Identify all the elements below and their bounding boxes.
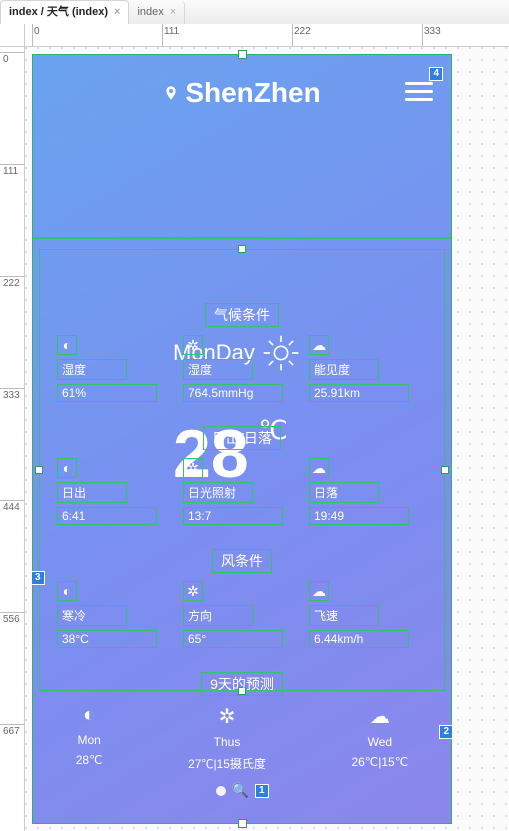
metric-value: 13:7 [183, 507, 283, 525]
location-pin-icon [163, 82, 179, 104]
page-dot[interactable] [216, 786, 226, 796]
cloud-icon: ☁ [309, 581, 329, 601]
section-title: 气候条件 [205, 303, 279, 327]
metric-col: ☁ 能见度 25.91km [309, 335, 427, 402]
marker-badge: 3 [31, 571, 45, 585]
close-icon[interactable]: × [170, 1, 176, 24]
metric-label: 日光照射 [183, 482, 253, 503]
wind-section: 风条件 ◐ 寒冷 38°C ✲ 方向 65° ☁ 飞速 6.44km/h [33, 549, 451, 648]
vertical-ruler[interactable]: 0 111 222 333 444 556 667 [0, 46, 25, 831]
sun-section: 日出/日落 ◐ 日出 6:41 ✲ 日光照射 13:7 ☁ 日落 19:49 [33, 426, 451, 525]
metric-col: ◐ 湿度 61% [57, 335, 175, 402]
metric-value: 6.44km/h [309, 630, 409, 648]
metric-label: 能见度 [309, 359, 379, 380]
metric-label: 日落 [309, 482, 379, 503]
guide-line [33, 237, 451, 239]
half-moon-icon: ◐ [57, 335, 77, 355]
section-title: 日出/日落 [203, 426, 281, 450]
snowflake-icon: ✲ [183, 335, 203, 355]
marker-badge: 2 [439, 725, 453, 739]
half-moon-icon: ◐ [57, 581, 77, 601]
metric-value: 25.91km [309, 384, 409, 402]
pager[interactable]: 🔍 1 [33, 782, 451, 799]
metric-label: 寒冷 [57, 605, 127, 626]
tab-bar: index / 天气 (index) × index × [0, 0, 509, 25]
metric-label: 飞速 [309, 605, 379, 626]
ruler-corner [0, 24, 25, 47]
metric-col: ✲ 湿度 764.5mmHg [183, 335, 301, 402]
forecast-temp: 28℃ [76, 753, 103, 767]
metric-label: 日出 [57, 482, 127, 503]
snowflake-icon: ✲ [219, 704, 236, 729]
metric-value: 61% [57, 384, 157, 402]
section-title: 9天的预测 [201, 672, 283, 696]
metric-value: 19:49 [309, 507, 409, 525]
cloud-icon: ☁ [309, 458, 329, 478]
location-title: ShenZhen [163, 77, 320, 109]
resize-handle[interactable] [238, 819, 247, 828]
section-title: 风条件 [212, 549, 272, 573]
menu-icon[interactable]: 4 [405, 77, 433, 106]
forecast-label: Mon [77, 733, 100, 747]
close-icon[interactable]: × [114, 1, 120, 24]
metric-label: 方向 [183, 605, 253, 626]
metric-label: 湿度 [183, 359, 253, 380]
forecast-temp: 27℃|15摄氏度 [188, 755, 266, 772]
forecast-label: Wed [368, 735, 392, 749]
half-moon-icon: ◐ [83, 704, 95, 727]
resize-handle[interactable] [238, 245, 246, 253]
city-name: ShenZhen [185, 77, 320, 109]
phone-frame[interactable]: ShenZhen 4 MonDay 28℃ [32, 54, 452, 824]
tab-inactive[interactable]: index × [129, 1, 185, 24]
tab-active[interactable]: index / 天气 (index) × [0, 0, 129, 25]
design-canvas[interactable]: ShenZhen 4 MonDay 28℃ [24, 46, 509, 831]
half-moon-icon: ◐ [57, 458, 77, 478]
metric-label: 湿度 [57, 359, 127, 380]
snowflake-icon: ✲ [183, 458, 203, 478]
horizontal-ruler[interactable]: 0 111 222 333 [24, 24, 509, 47]
forecast-day[interactable]: ☁ Wed 26℃|15℃ [351, 704, 408, 772]
forecast-temp: 26℃|15℃ [351, 755, 408, 769]
metric-value: 38°C [57, 630, 157, 648]
search-icon[interactable]: 🔍 [232, 782, 249, 799]
forecast-label: Thus [214, 735, 241, 749]
snowflake-icon: ✲ [183, 581, 203, 601]
weather-header: ShenZhen 4 [33, 55, 451, 109]
badge: 4 [429, 67, 443, 81]
cloud-icon: ☁ [370, 704, 390, 729]
tab-label: index [137, 1, 163, 24]
tab-label: index / 天气 (index) [9, 1, 108, 24]
cloud-icon: ☁ [309, 335, 329, 355]
metric-value: 65° [183, 630, 283, 648]
metric-value: 6:41 [57, 507, 157, 525]
badge: 1 [255, 784, 269, 798]
forecast-day[interactable]: ◐ Mon 28℃ [76, 704, 103, 772]
forecast-day[interactable]: ✲ Thus 27℃|15摄氏度 [188, 704, 266, 772]
metric-value: 764.5mmHg [183, 384, 283, 402]
climate-section: 气候条件 ◐ 湿度 61% ✲ 湿度 764.5mmHg ☁ 能见度 [33, 303, 451, 402]
forecast-section: 9天的预测 ◐ Mon 28℃ ✲ Thus 27℃|15摄氏度 ☁ Wed 26℃|15℃… [33, 672, 451, 799]
